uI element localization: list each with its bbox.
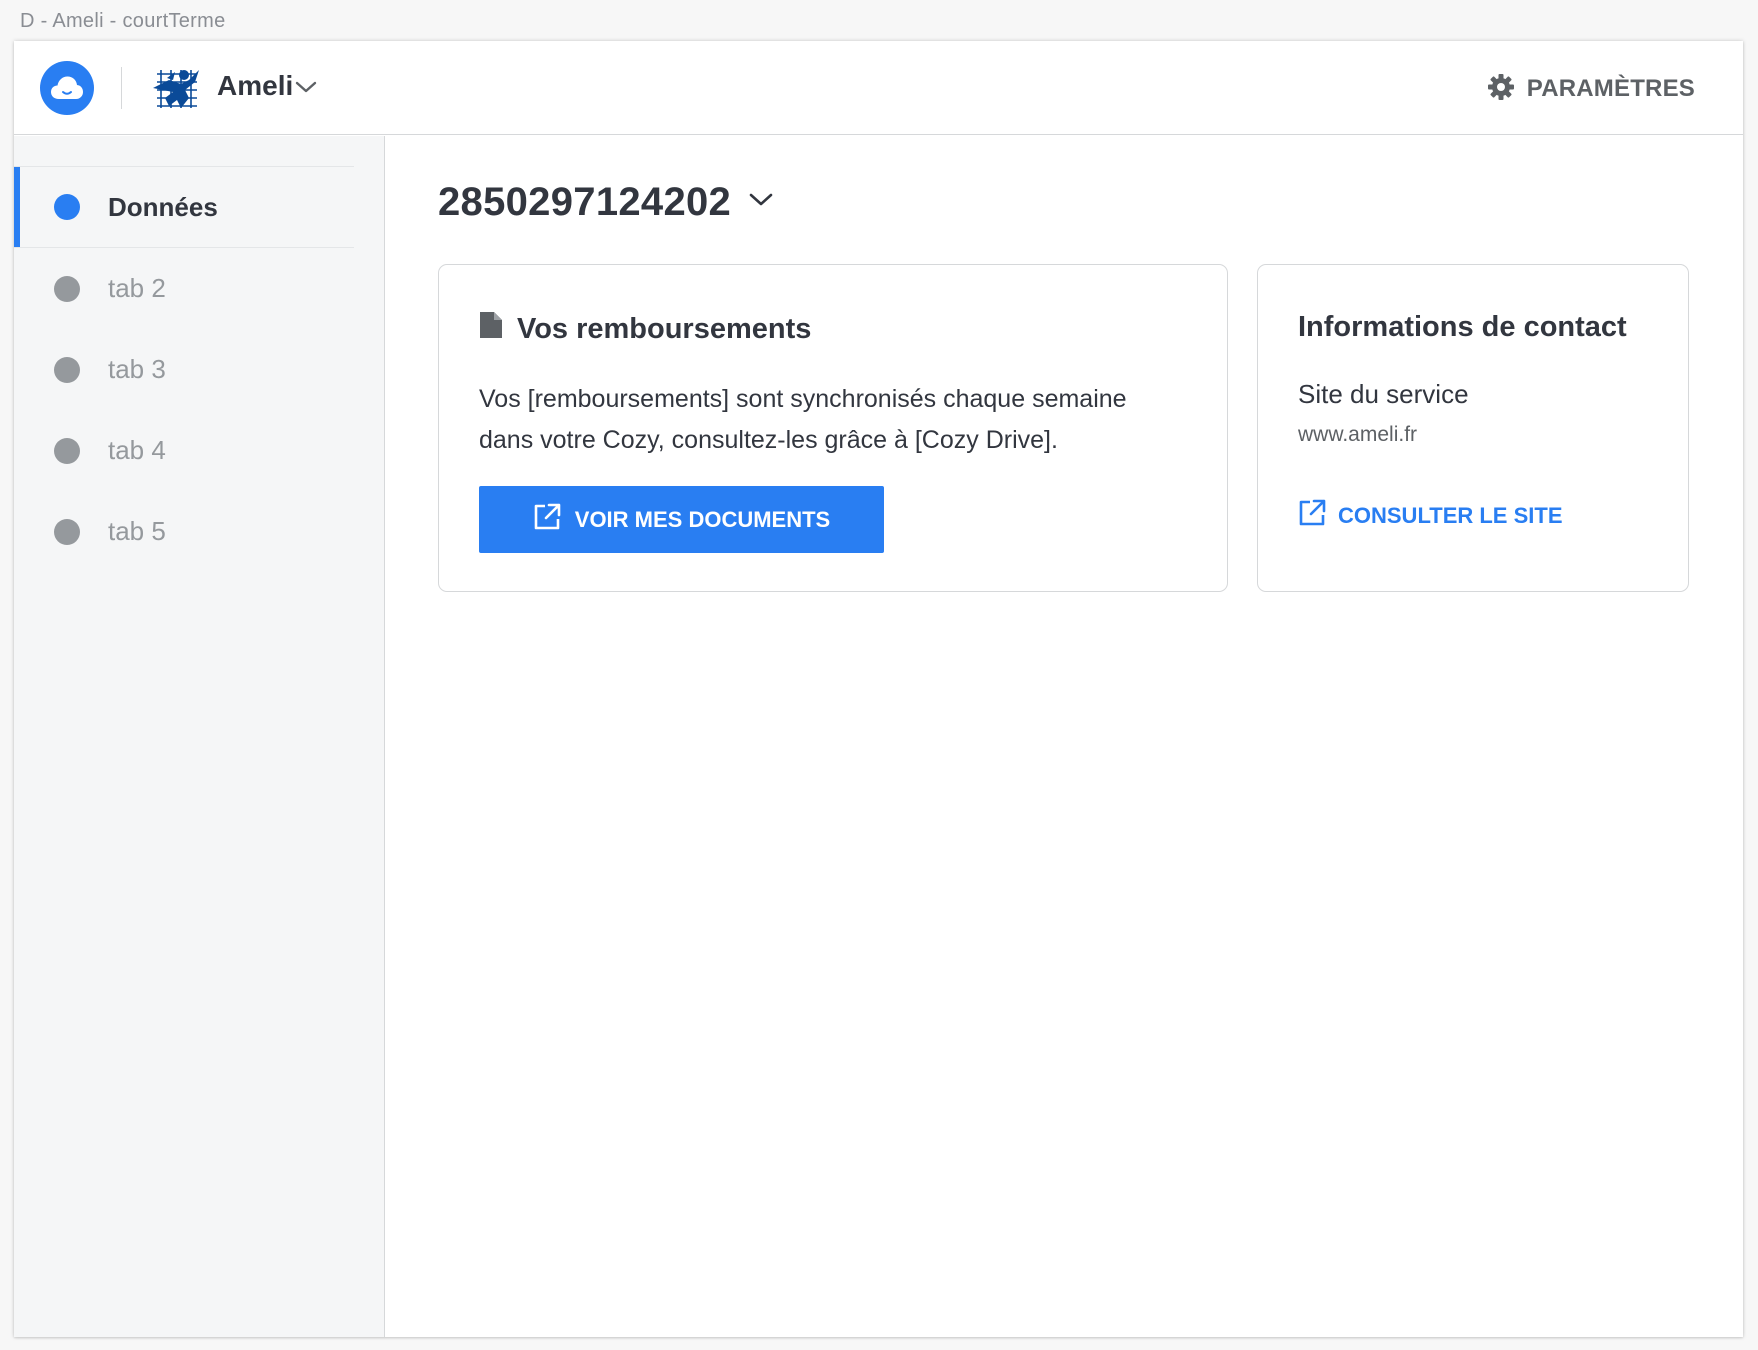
view-documents-button[interactable]: VOIR MES DOCUMENTS (479, 486, 884, 553)
account-selector[interactable]: 2850297124202 (438, 180, 773, 225)
file-icon (479, 311, 503, 347)
external-link-icon (533, 503, 561, 537)
sidebar-item-tab-5[interactable]: tab 5 (14, 491, 354, 572)
reimbursements-description: Vos [remboursements] sont synchronisés c… (479, 379, 1199, 461)
sidebar-item-tab-2[interactable]: tab 2 (14, 248, 354, 329)
sidebar-item-label: tab 4 (108, 435, 166, 465)
reimbursements-card: Vos remboursements Vos [remboursements] … (438, 264, 1228, 592)
card-title-text: Vos remboursements (517, 312, 812, 345)
cozy-cloud-icon[interactable] (40, 61, 94, 115)
sidebar-item-label: tab 5 (108, 516, 166, 546)
external-link-icon (1298, 499, 1326, 533)
sidebar-item-label: Données (108, 191, 218, 222)
account-id: 2850297124202 (438, 180, 732, 224)
app-header: Ameli PARAMÈTRES (14, 41, 1743, 135)
sidebar-item-tab-3[interactable]: tab 3 (14, 329, 354, 410)
chevron-down-icon (749, 191, 773, 214)
contact-card-title: Informations de contact (1298, 311, 1627, 343)
reimbursements-card-title: Vos remboursements (479, 311, 811, 347)
sidebar-item-label: tab 2 (108, 273, 166, 303)
site-label: Site du service (1298, 379, 1469, 409)
sidebar: Données tab 2 tab 3 tab 4 tab 5 (14, 136, 385, 1337)
ameli-logo (151, 66, 203, 110)
sidebar-item-label: tab 3 (108, 354, 166, 384)
link-label: CONSULTER LE SITE (1338, 503, 1563, 528)
gear-icon (1487, 73, 1515, 106)
visit-site-link[interactable]: CONSULTER LE SITE (1298, 499, 1563, 533)
circle-icon (54, 356, 80, 383)
app-window: Ameli PARAMÈTRES Données tab 2 tab 3 tab… (14, 41, 1743, 1337)
header-divider (121, 67, 122, 109)
chevron-down-icon[interactable] (295, 79, 317, 95)
main-content: 2850297124202 Vos remboursements Vos [re… (386, 136, 1743, 1337)
circle-icon (54, 437, 80, 464)
circle-icon (54, 518, 80, 545)
konnector-name[interactable]: Ameli (217, 70, 293, 102)
description-line: dans votre Cozy, consultez-les grâce à [… (479, 426, 1058, 454)
circle-icon (54, 194, 80, 220)
settings-button[interactable]: PARAMÈTRES (1487, 69, 1695, 109)
settings-label: PARAMÈTRES (1526, 75, 1695, 102)
window-title: D - Ameli - courtTerme (20, 10, 226, 32)
circle-icon (54, 275, 80, 302)
description-line: Vos [remboursements] sont synchronisés c… (479, 385, 1127, 413)
button-label: VOIR MES DOCUMENTS (574, 506, 831, 532)
site-url: www.ameli.fr (1298, 423, 1418, 446)
sidebar-item-tab-4[interactable]: tab 4 (14, 410, 354, 491)
sidebar-item-donnees[interactable]: Données (14, 166, 354, 248)
sidebar-nav: Données tab 2 tab 3 tab 4 tab 5 (14, 166, 354, 572)
contact-card: Informations de contact Site du service … (1257, 264, 1689, 592)
